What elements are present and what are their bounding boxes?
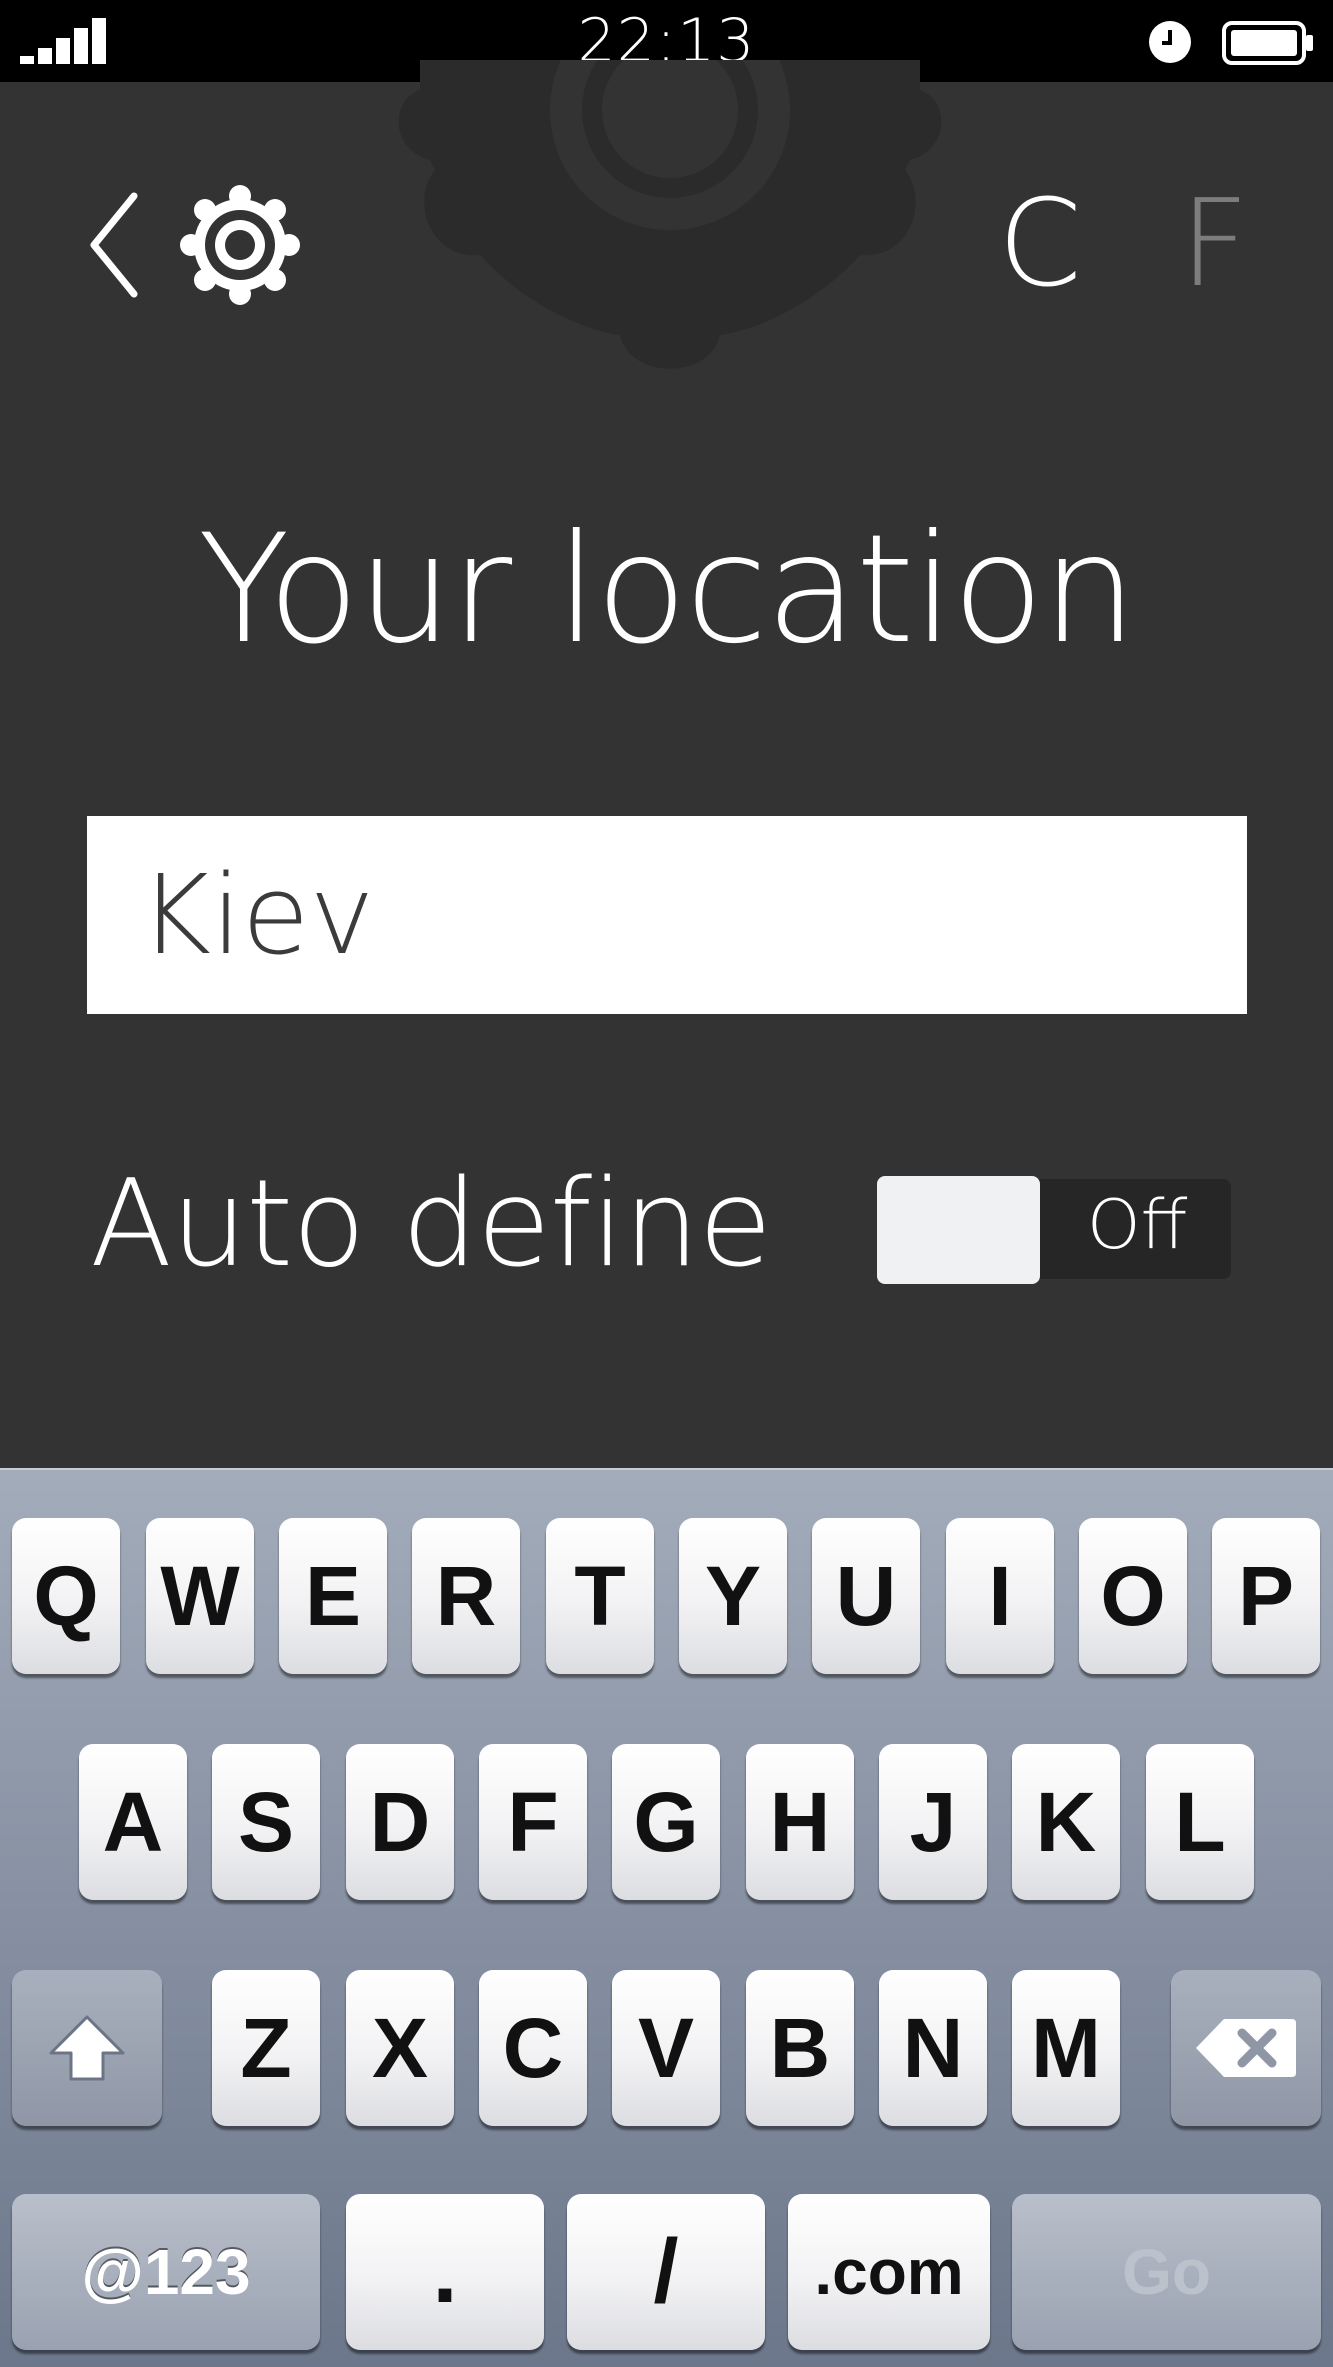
key-i[interactable]: I [946, 1518, 1054, 1674]
key-m[interactable]: M [1012, 1970, 1120, 2126]
background-gear-icon [398, 60, 942, 369]
gear-icon[interactable] [180, 185, 300, 305]
on-screen-keyboard: Q W E R T Y U I O P A S D F G H J K L Z … [0, 1468, 1333, 2367]
key-j[interactable]: J [879, 1744, 987, 1900]
battery-icon [1222, 21, 1313, 65]
dotcom-key[interactable]: .com [788, 2194, 990, 2350]
dot-key[interactable]: . [346, 2194, 544, 2350]
key-c[interactable]: C [479, 1970, 587, 2126]
key-k[interactable]: K [1012, 1744, 1120, 1900]
key-l[interactable]: L [1146, 1744, 1254, 1900]
key-q[interactable]: Q [12, 1518, 120, 1674]
shift-key[interactable] [12, 1970, 162, 2126]
key-b[interactable]: B [746, 1970, 854, 2126]
key-a[interactable]: A [79, 1744, 187, 1900]
key-z[interactable]: Z [212, 1970, 320, 2126]
unit-celsius-button[interactable]: C [998, 175, 1082, 315]
key-p[interactable]: P [1212, 1518, 1320, 1674]
auto-define-label: Auto define [90, 1155, 772, 1294]
key-o[interactable]: O [1079, 1518, 1187, 1674]
auto-define-toggle[interactable]: Off [877, 1176, 1231, 1284]
key-s[interactable]: S [212, 1744, 320, 1900]
key-e[interactable]: E [279, 1518, 387, 1674]
shift-arrow-icon [49, 2015, 125, 2081]
key-n[interactable]: N [879, 1970, 987, 2126]
symbols-key[interactable]: @123 [12, 2194, 320, 2350]
chevron-left-icon[interactable] [86, 190, 146, 300]
toggle-state-label: Off [1087, 1186, 1188, 1265]
go-key[interactable]: Go [1012, 2194, 1321, 2350]
key-t[interactable]: T [546, 1518, 654, 1674]
page-title: Your location [197, 503, 1137, 677]
key-f[interactable]: F [479, 1744, 587, 1900]
key-v[interactable]: V [612, 1970, 720, 2126]
key-h[interactable]: H [746, 1744, 854, 1900]
slash-key[interactable]: / [567, 2194, 765, 2350]
key-u[interactable]: U [812, 1518, 920, 1674]
key-g[interactable]: G [612, 1744, 720, 1900]
backspace-key[interactable] [1171, 1970, 1321, 2126]
toggle-knob [877, 1176, 1040, 1284]
key-r[interactable]: R [412, 1518, 520, 1674]
alarm-clock-icon [1149, 21, 1191, 63]
key-d[interactable]: D [346, 1744, 454, 1900]
location-input[interactable] [87, 816, 1247, 1014]
key-w[interactable]: W [146, 1518, 254, 1674]
key-x[interactable]: X [346, 1970, 454, 2126]
unit-fahrenheit-button[interactable]: F [1180, 175, 1249, 315]
backspace-icon [1196, 2019, 1296, 2077]
key-y[interactable]: Y [679, 1518, 787, 1674]
